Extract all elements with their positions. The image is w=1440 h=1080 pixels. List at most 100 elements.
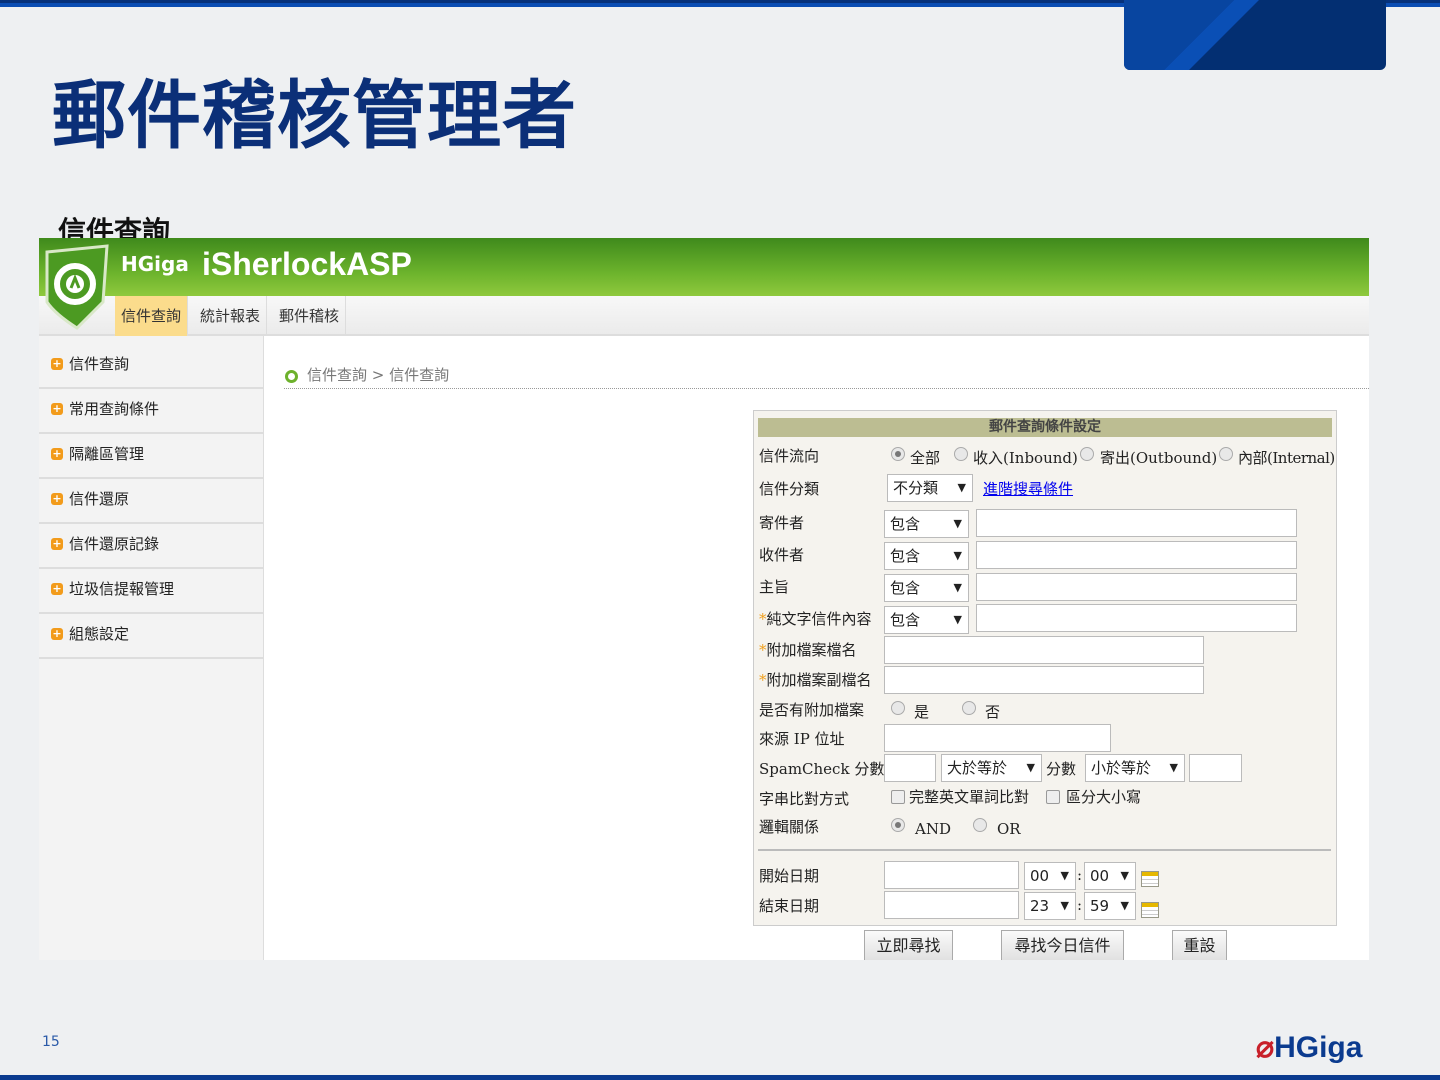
dropdown-arrow-icon: ▼ xyxy=(953,549,962,562)
tab-mail-audit[interactable]: 郵件稽核 xyxy=(273,296,347,336)
direction-all-label: 全部 xyxy=(910,449,941,467)
attach-ext-input[interactable] xyxy=(884,666,1204,694)
category-label: 信件分類 xyxy=(759,480,820,498)
spam-op2-value: 小於等於 xyxy=(1091,759,1152,777)
sender-op-select[interactable]: 包含 ▼ xyxy=(884,510,969,538)
plus-icon: + xyxy=(51,492,63,505)
calendar-icon[interactable] xyxy=(1141,902,1159,918)
dropdown-arrow-icon: ▼ xyxy=(1169,761,1178,774)
spam-label: SpamCheck 分數 xyxy=(759,760,885,778)
time-colon: : xyxy=(1077,866,1083,884)
case-sensitive-label: 區分大小寫 xyxy=(1066,788,1142,806)
sidebar-item-label: 隔離區管理 xyxy=(69,445,145,463)
search-now-button[interactable]: 立即尋找 xyxy=(864,930,953,960)
spam-op2-select[interactable]: 小於等於 ▼ xyxy=(1085,754,1185,782)
end-minute-value: 59 xyxy=(1090,897,1110,915)
dropdown-arrow-icon: ▼ xyxy=(1120,899,1129,912)
breadcrumb-bullet-icon xyxy=(285,370,298,383)
end-hour-value: 23 xyxy=(1030,897,1050,915)
end-minute-select[interactable]: 59 ▼ xyxy=(1084,892,1136,920)
sidebar-item-label: 信件還原 xyxy=(69,490,130,508)
attach-name-label: *附加檔案檔名 xyxy=(759,639,857,660)
subject-op-value: 包含 xyxy=(890,579,921,597)
logic-or-radio[interactable] xyxy=(973,818,987,832)
sidebar-item-quarantine[interactable]: + 隔離區管理 xyxy=(39,434,264,479)
case-sensitive-checkbox[interactable] xyxy=(1046,790,1060,804)
advanced-search-link[interactable]: 進階搜尋條件 xyxy=(983,478,1073,499)
spam-min-input[interactable] xyxy=(884,754,936,782)
direction-outbound-label: 寄出(Outbound) xyxy=(1100,449,1218,467)
logic-or-label: OR xyxy=(997,820,1021,838)
logic-and-label: AND xyxy=(915,820,951,838)
source-ip-input[interactable] xyxy=(884,724,1111,752)
logic-and-radio[interactable] xyxy=(891,818,905,832)
brand-company: HGiga xyxy=(121,252,189,276)
app-screenshot: HGiga iSherlockASP 信件查詢 統計報表 郵件稽核 + 信件查詢 … xyxy=(39,238,1369,960)
has-attach-no-radio[interactable] xyxy=(962,701,976,715)
sender-label: 寄件者 xyxy=(759,514,805,532)
reset-button[interactable]: 重設 xyxy=(1172,930,1227,960)
start-minute-select[interactable]: 00 ▼ xyxy=(1084,862,1136,890)
start-hour-select[interactable]: 00 ▼ xyxy=(1024,862,1076,890)
divider xyxy=(284,388,1369,389)
end-date-input[interactable] xyxy=(884,891,1019,919)
body-input[interactable] xyxy=(976,604,1297,632)
has-attach-yes-radio[interactable] xyxy=(891,701,905,715)
recipient-input[interactable] xyxy=(976,541,1297,569)
start-date-input[interactable] xyxy=(884,861,1019,889)
footer-logo: ⌀HGiga xyxy=(1256,1030,1362,1065)
corner-decoration xyxy=(1124,0,1386,70)
subject-input[interactable] xyxy=(976,573,1297,601)
footer-logo-text: HGiga xyxy=(1274,1031,1363,1064)
sidebar-item-label: 組態設定 xyxy=(69,625,130,643)
calendar-icon[interactable] xyxy=(1141,871,1159,887)
sidebar-item-label: 常用查詢條件 xyxy=(69,400,160,418)
tab-mail-query[interactable]: 信件查詢 xyxy=(115,296,189,336)
direction-inbound-label: 收入(Inbound) xyxy=(973,449,1078,467)
body-op-select[interactable]: 包含 ▼ xyxy=(884,606,969,634)
dropdown-arrow-icon: ▼ xyxy=(953,581,962,594)
end-hour-select[interactable]: 23 ▼ xyxy=(1024,892,1076,920)
whole-word-checkbox[interactable] xyxy=(891,790,905,804)
spam-op1-select[interactable]: 大於等於 ▼ xyxy=(941,754,1042,782)
sidebar-item-mail-query[interactable]: + 信件查詢 xyxy=(39,344,264,389)
direction-inbound-radio[interactable] xyxy=(954,447,968,461)
sidebar-item-spam-report[interactable]: + 垃圾信提報管理 xyxy=(39,569,264,614)
direction-outbound-radio[interactable] xyxy=(1080,447,1094,461)
body-label-text: 純文字信件內容 xyxy=(766,610,872,628)
page-number: 15 xyxy=(42,1034,60,1050)
body-label: *純文字信件內容 xyxy=(759,608,872,629)
sidebar-item-config[interactable]: + 組態設定 xyxy=(39,614,264,659)
dropdown-arrow-icon: ▼ xyxy=(957,481,966,494)
start-date-label: 開始日期 xyxy=(759,867,820,885)
plus-icon: + xyxy=(51,537,63,550)
slide-subtitle: 信件查詢 xyxy=(58,215,171,238)
form-divider xyxy=(758,849,1331,851)
direction-internal-label: 內部(Internal) xyxy=(1238,449,1335,467)
sidebar-item-label: 垃圾信提報管理 xyxy=(69,580,175,598)
search-today-button[interactable]: 尋找今日信件 xyxy=(1001,930,1124,960)
subject-op-select[interactable]: 包含 ▼ xyxy=(884,574,969,602)
sidebar-item-restore[interactable]: + 信件還原 xyxy=(39,479,264,524)
advanced-search-link-text[interactable]: 進階搜尋條件 xyxy=(983,480,1073,498)
spam-max-input[interactable] xyxy=(1189,754,1242,782)
sidebar-item-saved-conditions[interactable]: + 常用查詢條件 xyxy=(39,389,264,434)
category-select[interactable]: 不分類 ▼ xyxy=(887,474,973,502)
match-label: 字串比對方式 xyxy=(759,790,850,808)
dropdown-arrow-icon: ▼ xyxy=(1060,869,1069,882)
sender-op-value: 包含 xyxy=(890,515,921,533)
required-star: * xyxy=(759,671,767,689)
plus-icon: + xyxy=(51,447,63,460)
plus-icon: + xyxy=(51,402,63,415)
plus-icon: + xyxy=(51,627,63,640)
tab-statistics[interactable]: 統計報表 xyxy=(194,296,268,336)
attach-name-input[interactable] xyxy=(884,636,1204,664)
recipient-op-select[interactable]: 包含 ▼ xyxy=(884,542,969,570)
direction-internal-radio[interactable] xyxy=(1219,447,1233,461)
plus-icon: + xyxy=(51,582,63,595)
start-minute-value: 00 xyxy=(1090,867,1110,885)
sidebar-item-restore-log[interactable]: + 信件還原記錄 xyxy=(39,524,264,569)
sender-input[interactable] xyxy=(976,509,1297,537)
direction-all-radio[interactable] xyxy=(891,447,905,461)
attach-ext-label: *附加檔案副檔名 xyxy=(759,669,872,690)
